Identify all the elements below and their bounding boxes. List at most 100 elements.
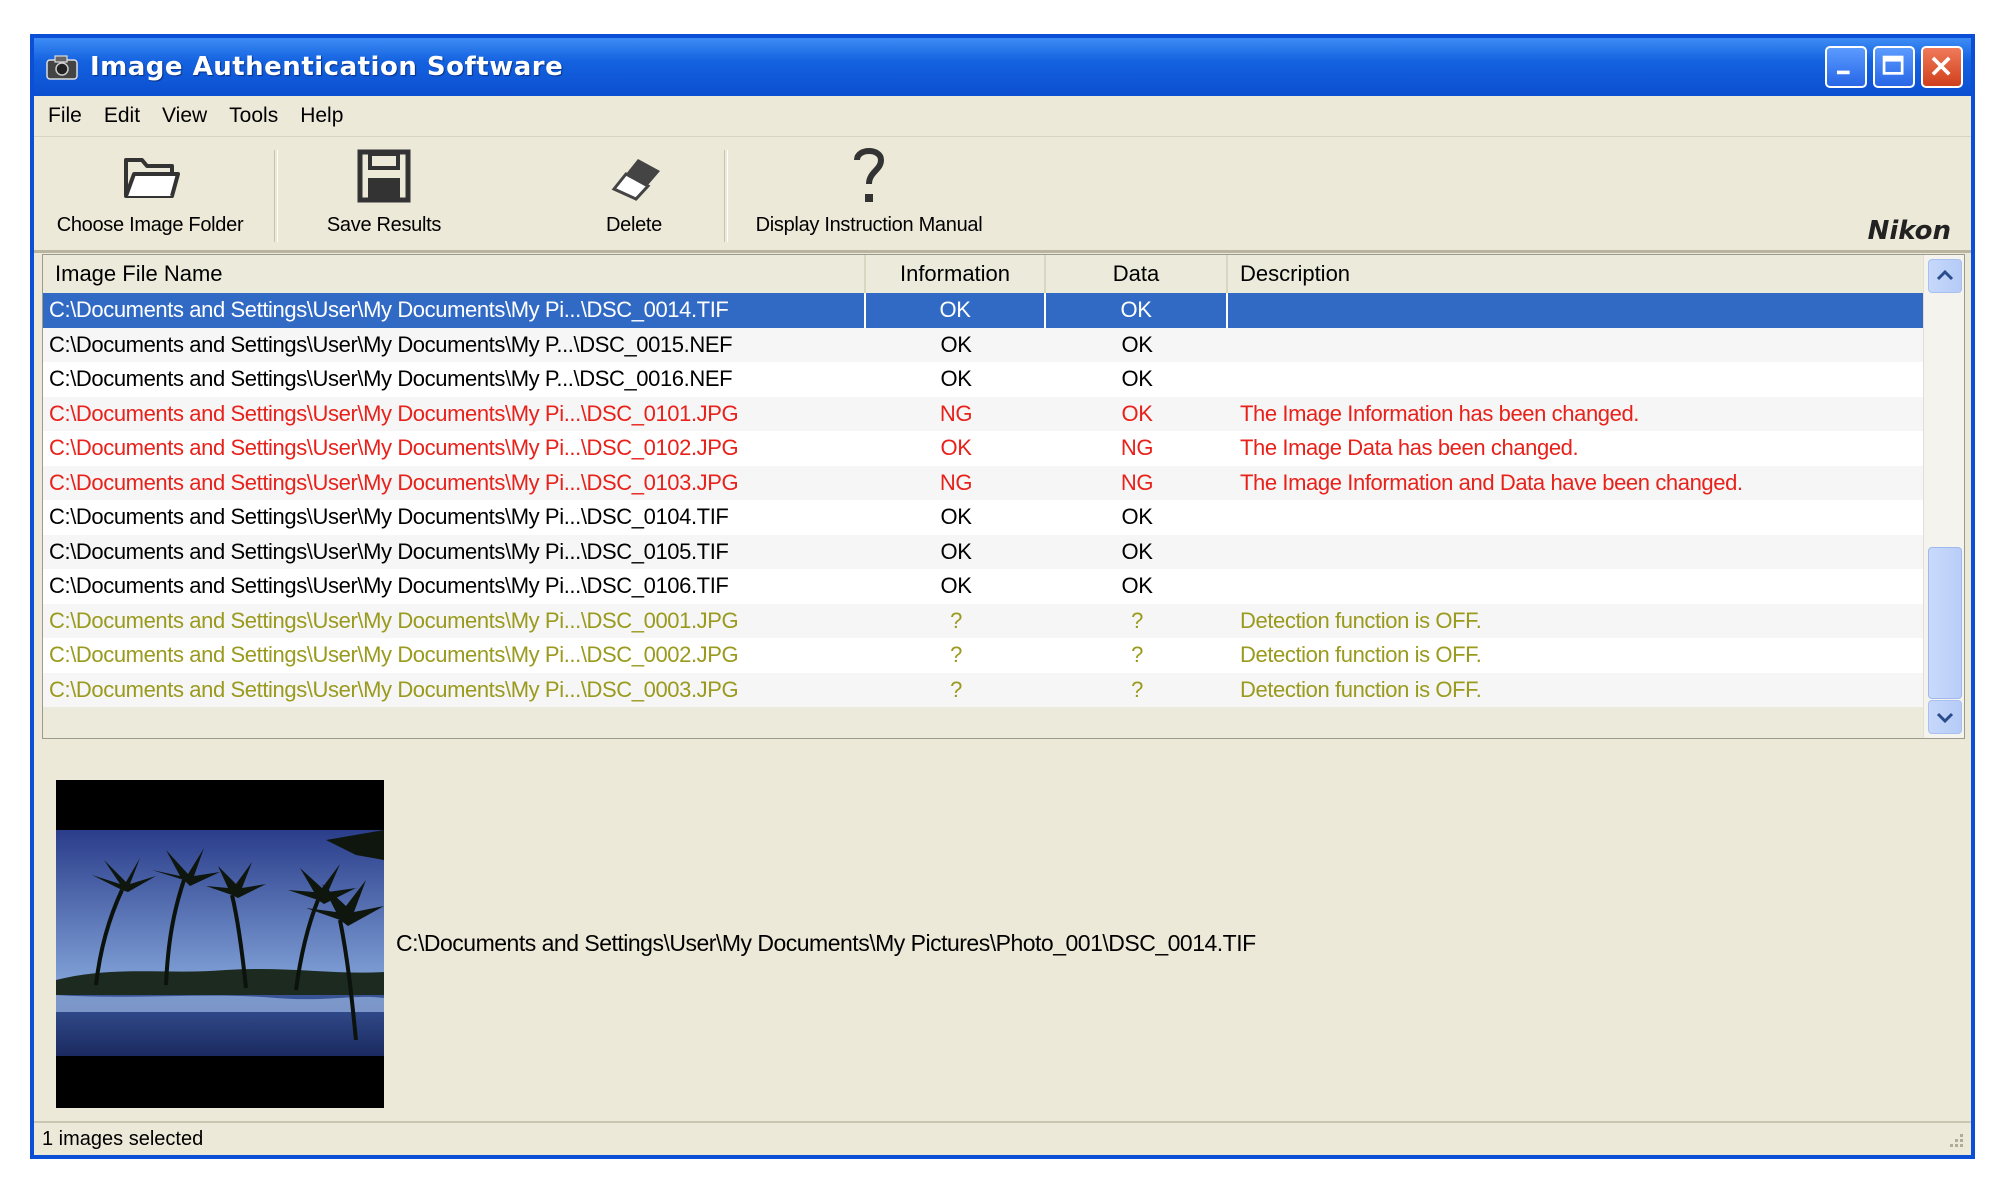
cell-information: OK bbox=[940, 331, 972, 357]
status-text: 1 images selected bbox=[42, 1127, 204, 1150]
table-row[interactable]: C:\Documents and Settings\User\My Docume… bbox=[43, 362, 1925, 397]
list-header: Image File Name Information Data Descrip… bbox=[43, 255, 1925, 295]
cell-data: OK bbox=[1121, 538, 1153, 564]
cell-file-name: C:\Documents and Settings\User\My Docume… bbox=[49, 366, 733, 392]
table-row[interactable]: C:\Documents and Settings\User\My Docume… bbox=[43, 569, 1925, 604]
cell-description: Detection function is OFF. bbox=[1240, 607, 1482, 633]
cell-file-name: C:\Documents and Settings\User\My Docume… bbox=[49, 642, 739, 668]
table-row[interactable]: C:\Documents and Settings\User\My Docume… bbox=[43, 293, 1925, 328]
display-instruction-manual-label: Display Instruction Manual bbox=[755, 214, 983, 236]
image-preview bbox=[56, 780, 384, 1108]
cell-file-name: C:\Documents and Settings\User\My Docume… bbox=[49, 676, 739, 702]
cell-data: OK bbox=[1046, 293, 1228, 328]
chevron-down-icon bbox=[1936, 712, 1954, 724]
cell-information: OK bbox=[940, 573, 972, 599]
cell-data: ? bbox=[1131, 607, 1143, 633]
cell-file-name: C:\Documents and Settings\User\My Docume… bbox=[43, 293, 866, 328]
cell-description bbox=[1228, 500, 1925, 535]
display-instruction-manual-button[interactable]: Display Instruction Manual bbox=[734, 144, 1004, 244]
scroll-up-button[interactable] bbox=[1928, 259, 1962, 293]
cell-information: ? bbox=[950, 642, 962, 668]
list-rows: C:\Documents and Settings\User\My Docume… bbox=[43, 293, 1925, 707]
minimize-button[interactable] bbox=[1825, 46, 1867, 88]
column-header-file-name[interactable]: Image File Name bbox=[43, 255, 866, 293]
help-question-icon bbox=[854, 148, 885, 202]
cell-data: OK bbox=[1121, 504, 1153, 530]
cell-information: OK bbox=[940, 435, 972, 461]
delete-label: Delete bbox=[605, 214, 662, 236]
title-bar[interactable]: Image Authentication Software bbox=[34, 38, 1971, 96]
table-row[interactable]: C:\Documents and Settings\User\My Docume… bbox=[43, 431, 1925, 466]
eraser-icon bbox=[611, 159, 660, 201]
window-title: Image Authentication Software bbox=[90, 52, 564, 82]
close-button[interactable] bbox=[1921, 46, 1963, 88]
cell-information: OK bbox=[940, 504, 972, 530]
cell-data: ? bbox=[1131, 676, 1143, 702]
cell-information: OK bbox=[940, 366, 972, 392]
table-row[interactable]: C:\Documents and Settings\User\My Docume… bbox=[43, 603, 1925, 638]
toolbar: Choose Image Folder Save Results Delete bbox=[34, 138, 1971, 253]
column-header-description[interactable]: Description bbox=[1228, 255, 1925, 293]
app-window: Image Authentication Software File Edit … bbox=[30, 34, 1975, 1159]
cell-description: Detection function is OFF. bbox=[1240, 676, 1482, 702]
cell-data: OK bbox=[1121, 331, 1153, 357]
table-row[interactable]: C:\Documents and Settings\User\My Docume… bbox=[43, 534, 1925, 570]
column-header-information[interactable]: Information bbox=[866, 255, 1046, 293]
table-row[interactable]: C:\Documents and Settings\User\My Docume… bbox=[43, 500, 1925, 535]
delete-button[interactable]: Delete bbox=[579, 144, 689, 244]
results-list[interactable]: Image File Name Information Data Descrip… bbox=[42, 254, 1965, 739]
menu-tools[interactable]: Tools bbox=[218, 104, 289, 128]
table-row[interactable]: C:\Documents and Settings\User\My Docume… bbox=[43, 327, 1925, 363]
cell-file-name: C:\Documents and Settings\User\My Docume… bbox=[49, 504, 729, 530]
cell-information: ? bbox=[950, 607, 962, 633]
table-row[interactable]: C:\Documents and Settings\User\My Docume… bbox=[43, 672, 1925, 707]
cell-information: OK bbox=[940, 538, 972, 564]
cell-information: NG bbox=[939, 469, 973, 495]
menu-bar: File Edit View Tools Help bbox=[34, 96, 1971, 137]
minimize-icon bbox=[1836, 70, 1850, 75]
cell-file-name: C:\Documents and Settings\User\My Docume… bbox=[49, 435, 739, 461]
cell-description: The Image Data has been changed. bbox=[1240, 435, 1579, 461]
cell-file-name: C:\Documents and Settings\User\My Docume… bbox=[49, 607, 739, 633]
cell-description bbox=[1228, 535, 1925, 570]
cell-file-name: C:\Documents and Settings\User\My Docume… bbox=[49, 573, 729, 599]
folder-icon bbox=[124, 158, 180, 198]
toolbar-separator bbox=[724, 150, 728, 242]
cell-information: NG bbox=[939, 400, 973, 426]
cell-description: The Image Information and Data have been… bbox=[1240, 469, 1743, 495]
cell-description bbox=[1228, 293, 1925, 328]
menu-edit[interactable]: Edit bbox=[93, 104, 151, 128]
vertical-scrollbar[interactable] bbox=[1923, 255, 1964, 738]
cell-data: OK bbox=[1121, 400, 1153, 426]
maximize-icon bbox=[1882, 55, 1904, 75]
cell-file-name: C:\Documents and Settings\User\My Docume… bbox=[49, 469, 739, 495]
column-header-data[interactable]: Data bbox=[1046, 255, 1228, 293]
choose-image-folder-button[interactable]: Choose Image Folder bbox=[42, 144, 258, 244]
choose-image-folder-label: Choose Image Folder bbox=[56, 214, 244, 236]
toolbar-separator bbox=[274, 150, 278, 242]
save-results-button[interactable]: Save Results bbox=[304, 144, 464, 244]
table-row[interactable]: C:\Documents and Settings\User\My Docume… bbox=[43, 638, 1925, 673]
table-row[interactable]: C:\Documents and Settings\User\My Docume… bbox=[43, 465, 1925, 500]
maximize-button[interactable] bbox=[1873, 46, 1915, 88]
cell-file-name: C:\Documents and Settings\User\My Docume… bbox=[49, 400, 739, 426]
cell-description bbox=[1228, 328, 1925, 363]
list-empty-area bbox=[43, 707, 1925, 738]
menu-file[interactable]: File bbox=[34, 104, 93, 128]
cell-file-name: C:\Documents and Settings\User\My Docume… bbox=[49, 538, 729, 564]
cell-description: The Image Information has been changed. bbox=[1240, 400, 1640, 426]
cell-data: NG bbox=[1120, 435, 1154, 461]
menu-help[interactable]: Help bbox=[289, 104, 354, 128]
cell-information: ? bbox=[950, 676, 962, 702]
scroll-thumb[interactable] bbox=[1928, 547, 1962, 699]
close-icon bbox=[1931, 56, 1951, 76]
scroll-down-button[interactable] bbox=[1928, 700, 1962, 734]
cell-data: NG bbox=[1120, 469, 1154, 495]
cell-description bbox=[1228, 362, 1925, 397]
status-bar: 1 images selected bbox=[34, 1121, 1971, 1155]
preview-file-path: C:\Documents and Settings\User\My Docume… bbox=[396, 930, 1256, 956]
menu-view[interactable]: View bbox=[151, 104, 218, 128]
cell-data: OK bbox=[1121, 573, 1153, 599]
table-row[interactable]: C:\Documents and Settings\User\My Docume… bbox=[43, 396, 1925, 431]
resize-grip-icon[interactable] bbox=[1945, 1131, 1965, 1151]
